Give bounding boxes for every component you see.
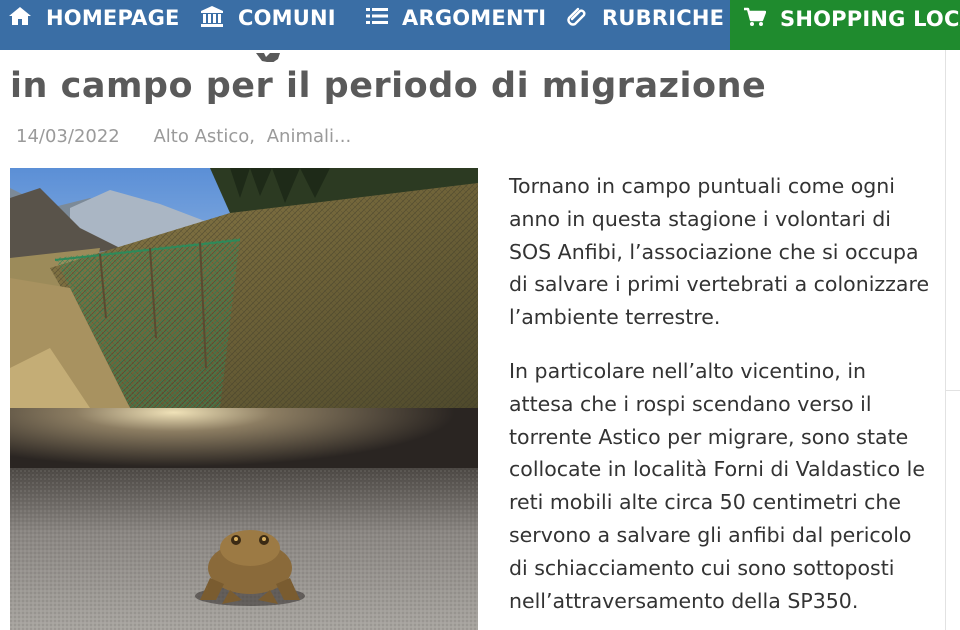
sidebar-divider (945, 50, 946, 630)
article-paragraph: In particolare nell’alto vicentino, in a… (509, 358, 925, 613)
article-paragraph: Tornano in campo puntuali come ogni anno… (509, 174, 930, 330)
home-icon (8, 6, 32, 31)
list-icon (366, 6, 388, 30)
article-title: in campo per il periodo di migrazione (10, 66, 767, 106)
main-navbar: HOMEPAGE COMUNI ARGOMENTI RUBRICHE SHOPP… (0, 0, 960, 50)
nav-homepage-label: HOMEPAGE (46, 6, 180, 30)
article-image-toad (10, 408, 478, 630)
category-link-animali[interactable]: Animali... (267, 126, 351, 147)
nav-shopping-locale-label: SHOPPING LOCALE (780, 7, 960, 31)
nav-rubriche-label: RUBRICHE (602, 6, 725, 30)
article-image-net (10, 168, 478, 408)
nav-homepage[interactable]: HOMEPAGE (8, 0, 180, 36)
sidebar-divider-tick (945, 390, 960, 391)
institution-icon (200, 5, 224, 32)
paperclip-icon (566, 5, 588, 32)
nav-argomenti-label: ARGOMENTI (402, 6, 547, 30)
article-meta: 14/03/2022 Alto Astico, Animali... (16, 126, 357, 147)
title-overflow-fragment (0, 50, 940, 62)
category-link-alto-astico[interactable]: Alto Astico, (153, 126, 255, 147)
nav-rubriche[interactable]: RUBRICHE (566, 0, 724, 36)
article-body: Tornano in campo puntuali come ogni anno… (509, 170, 934, 630)
nav-comuni[interactable]: COMUNI (200, 0, 336, 36)
article-date: 14/03/2022 (16, 126, 120, 147)
nav-comuni-label: COMUNI (238, 6, 336, 30)
nav-argomenti[interactable]: ARGOMENTI (366, 0, 546, 36)
cart-icon (744, 7, 767, 32)
nav-shopping-locale[interactable]: SHOPPING LOCALE (730, 0, 960, 50)
